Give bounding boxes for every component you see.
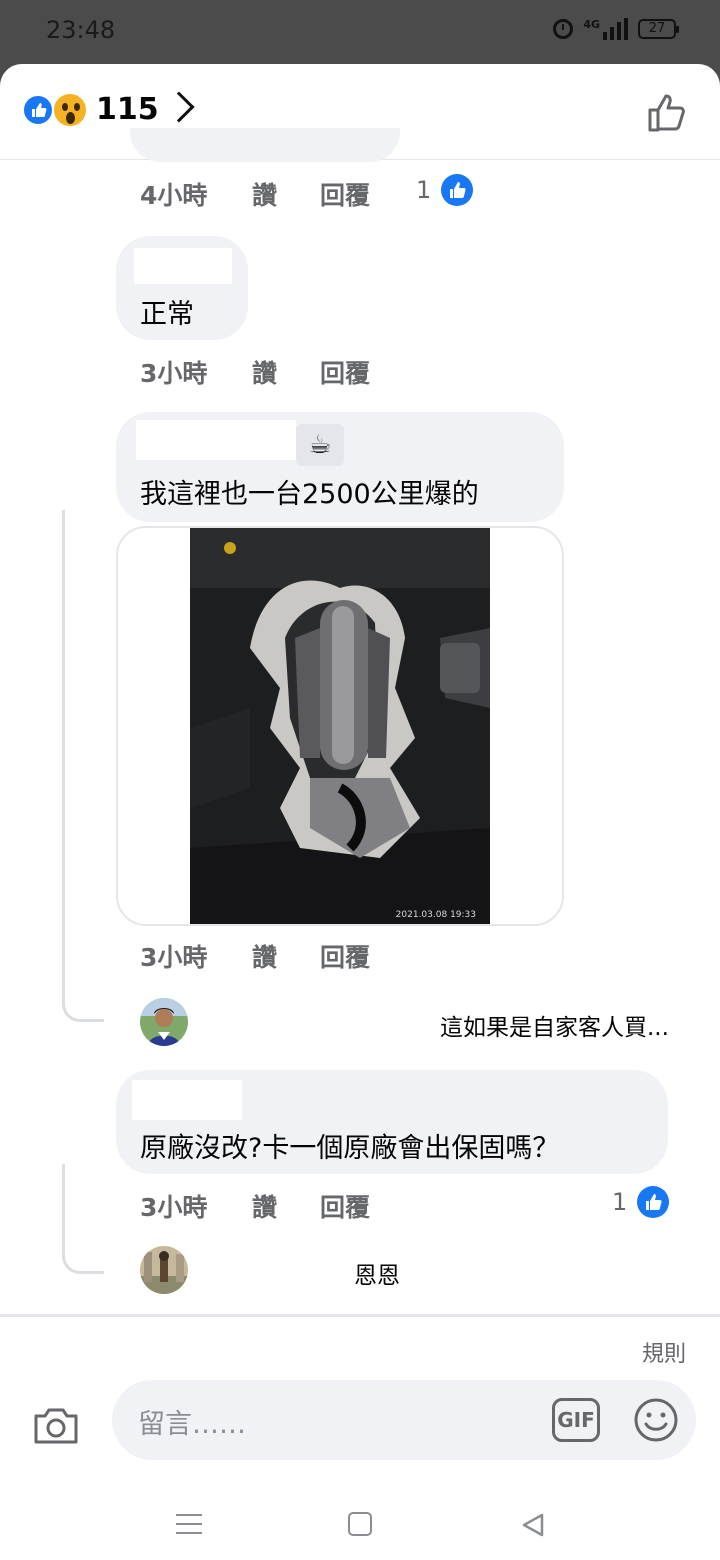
camera-icon[interactable] <box>32 1406 80 1446</box>
wow-reaction-icon <box>52 92 88 128</box>
commenter-name[interactable] <box>136 420 296 460</box>
composer-divider <box>0 1314 720 1317</box>
comment-meta: 4小時 讚 回覆 <box>140 176 370 212</box>
reply-button[interactable]: 回覆 <box>320 176 370 212</box>
comment-bubble[interactable]: 正常 <box>116 236 248 340</box>
like-button[interactable]: 讚 <box>252 176 320 212</box>
thumbs-up-icon[interactable] <box>646 90 690 134</box>
coffee-icon: ☕ <box>296 424 344 466</box>
comment-meta: 3小時 讚 回覆 <box>140 938 370 974</box>
like-icon <box>637 1186 670 1218</box>
comment-photo[interactable]: 2021.03.08 19:33 <box>190 528 490 924</box>
battery-icon: 27 <box>638 19 679 39</box>
reply-thread-line <box>62 1164 104 1274</box>
home-icon[interactable] <box>348 1512 372 1536</box>
photo-timestamp: 2021.03.08 19:33 <box>395 910 476 920</box>
like-reaction-icon <box>22 94 54 126</box>
rules-link[interactable]: 規則 <box>642 1336 686 1368</box>
gif-button[interactable]: GIF <box>552 1398 600 1442</box>
status-time: 23:48 <box>46 16 116 44</box>
comment-meta: 3小時 讚 回覆 <box>140 354 370 390</box>
like-button[interactable]: 讚 <box>252 354 320 390</box>
signal-icon: 4G <box>583 18 628 40</box>
comment-input-placeholder: 留言…… <box>138 1409 246 1440</box>
emoji-icon[interactable] <box>632 1396 680 1444</box>
back-icon[interactable] <box>520 1512 546 1538</box>
comment-bubble[interactable]: 原廠沒改?卡一個原廠會出保固嗎？ <box>116 1070 668 1174</box>
recent-apps-icon[interactable] <box>176 1514 202 1536</box>
comment-input[interactable]: 留言…… GIF <box>112 1380 696 1460</box>
like-button[interactable]: 讚 <box>252 938 320 974</box>
comment-photo-frame[interactable]: 2021.03.08 19:33 <box>116 526 564 926</box>
reply-preview[interactable]: 恩恩 <box>354 1256 400 1290</box>
status-icons: 4G 27 <box>553 18 679 40</box>
comment-text: 原廠沒改?卡一個原廠會出保固嗎？ <box>140 1133 560 1164</box>
reply-thread-line <box>62 510 104 1022</box>
comment-like-count[interactable]: 1 <box>416 174 474 206</box>
alarm-icon <box>553 19 574 39</box>
comments-sheet: 115 4小時 讚 回覆 1 正常 3小時 讚 回覆 ☕ 我這裡也一台2500公… <box>0 64 720 1560</box>
commenter-name[interactable] <box>134 248 232 284</box>
network-label: 4G <box>583 18 600 31</box>
comment-time[interactable]: 3小時 <box>140 354 252 390</box>
comment-bubble[interactable]: ☕ 我這裡也一台2500公里爆的 <box>116 412 564 522</box>
chevron-right-icon[interactable] <box>163 91 195 123</box>
reply-button[interactable]: 回覆 <box>320 938 370 974</box>
comment-time[interactable]: 3小時 <box>140 938 252 974</box>
comment-time[interactable]: 4小時 <box>140 176 252 212</box>
reply-preview[interactable]: 這如果是自家客人買... <box>440 1008 669 1042</box>
reply-avatar[interactable] <box>140 998 188 1046</box>
system-nav-bar <box>0 1488 720 1560</box>
comment-bubble-partial <box>130 128 400 162</box>
reply-avatar[interactable] <box>140 1246 188 1294</box>
comment-like-count[interactable]: 1 <box>612 1186 670 1218</box>
comment-text: 正常 <box>140 299 194 330</box>
like-icon <box>441 174 474 206</box>
reply-button[interactable]: 回覆 <box>320 1188 370 1224</box>
reaction-count[interactable]: 115 <box>96 92 159 127</box>
like-button[interactable]: 讚 <box>252 1188 320 1224</box>
comment-meta: 3小時 讚 回覆 <box>140 1188 370 1224</box>
status-bar: 23:48 4G 27 <box>0 0 720 64</box>
comment-time[interactable]: 3小時 <box>140 1188 252 1224</box>
comment-text: 我這裡也一台2500公里爆的 <box>140 479 479 510</box>
commenter-name[interactable] <box>132 1080 242 1120</box>
reply-button[interactable]: 回覆 <box>320 354 370 390</box>
